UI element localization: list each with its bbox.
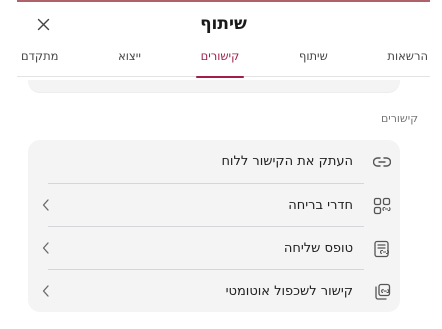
chevron-left-icon <box>42 285 54 299</box>
escape-rooms-row[interactable]: חדרי בריחה <box>28 184 400 227</box>
section-label: קישורים <box>380 112 418 125</box>
duplicate-link-icon <box>372 282 392 302</box>
tab-share[interactable]: שיתוף <box>299 46 328 76</box>
links-card: העתק את הקישור ללוח חדרי בריחה טופס שליח… <box>28 140 400 312</box>
chevron-left-icon <box>42 199 54 213</box>
auto-duplicate-link-label: קישור לשכפול אוטומטי <box>225 284 353 299</box>
close-button[interactable] <box>31 12 55 36</box>
close-icon <box>37 18 49 30</box>
escape-rooms-label: חדרי בריחה <box>288 198 353 213</box>
dialog-title: שיתוף <box>200 14 247 34</box>
form-link-icon <box>372 239 392 259</box>
submission-form-row[interactable]: טופס שליחה <box>28 227 400 270</box>
previous-card-edge <box>28 80 400 93</box>
grid-link-icon <box>372 196 392 216</box>
chevron-left-icon <box>42 242 54 256</box>
link-icon <box>372 152 392 172</box>
copy-link-row[interactable]: העתק את הקישור ללוח <box>28 140 400 183</box>
submission-form-label: טופס שליחה <box>283 241 353 256</box>
auto-duplicate-link-row[interactable]: קישור לשכפול אוטומטי <box>28 270 400 313</box>
tab-links[interactable]: קישורים <box>195 46 244 78</box>
copy-link-label: העתק את הקישור ללוח <box>221 154 353 169</box>
tab-permissions[interactable]: הרשאות <box>387 46 428 76</box>
tab-bar: הרשאות שיתוף קישורים ייצוא מתקדם <box>17 46 430 78</box>
tab-advanced[interactable]: מתקדם <box>21 46 58 76</box>
dialog-header: שיתוף <box>17 2 430 46</box>
tab-export[interactable]: ייצוא <box>118 46 141 76</box>
